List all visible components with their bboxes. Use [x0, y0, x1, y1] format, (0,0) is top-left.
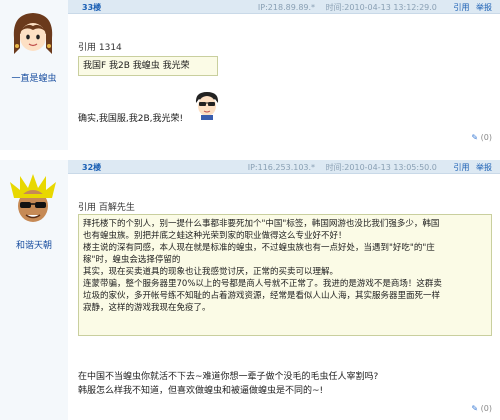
quote-line: 也有蝗虫族。别把并底之蛙这种光荣到家的职业做得这么专业好不好！ — [83, 231, 347, 241]
reply-icon: ✎ — [471, 404, 479, 413]
girl-avatar-icon[interactable] — [6, 8, 60, 62]
report-link[interactable]: 举报 — [476, 3, 492, 12]
reply-count[interactable]: ✎ (0) — [471, 133, 492, 142]
username[interactable]: 和谐天朝 — [0, 238, 68, 251]
reply-count[interactable]: ✎ (0) — [471, 404, 492, 413]
quote-label: 引用 百解先生 — [78, 203, 135, 213]
quote-box: 拜托楼下的个别人，别一提什么事都非要死加个"中国"标签，韩国网游也没比我们强多少… — [78, 214, 492, 336]
floor-number: 33楼 — [82, 3, 102, 12]
post-body: 在中国不当蝗虫你就活不下去~难道你想一辈子做个没毛的毛虫任人宰割吗? 韩服怎么样… — [78, 370, 378, 398]
post-time: 时间:2010-04-13 13:12:29.0 — [325, 3, 437, 12]
ip-address: IP:116.253.103.* — [247, 163, 316, 172]
quote-line: 寂静，这样的游戏我现在免疫了。 — [83, 303, 211, 313]
quote-box: 我国F 我2B 我蝗虫 我光荣 — [78, 56, 218, 76]
floor-number: 32楼 — [82, 163, 102, 172]
report-link[interactable]: 举报 — [476, 163, 492, 172]
body-line: 韩服怎么样我不知道，但喜欢做蝗虫和被逼做蝗虫是不同的~! — [78, 386, 324, 396]
username[interactable]: 一直是蝗虫 — [0, 71, 68, 84]
user-sidebar: 和谐天朝 — [0, 160, 68, 420]
body-line: 在中国不当蝗虫你就活不下去~难道你想一辈子做个没毛的毛虫任人宰割吗? — [78, 372, 379, 382]
post-divider — [0, 150, 500, 160]
post-33: 一直是蝗虫 33楼 IP:218.89.89.* 时间:2010-04-13 1… — [0, 0, 500, 150]
quote-label: 引用 1314 — [78, 43, 122, 53]
post-32: 和谐天朝 32楼 IP:116.253.103.* 时间:2010-04-13 … — [0, 160, 500, 420]
quote-text: 我国F 我2B 我蝗虫 我光荣 — [83, 61, 190, 71]
post-body: 确实,我国服,我2B,我光荣! — [78, 114, 184, 124]
spiky-hair-avatar-icon[interactable] — [6, 174, 60, 228]
post-time: 时间:2010-04-13 13:05:50.0 — [325, 163, 437, 172]
reply-icon: ✎ — [471, 133, 479, 142]
quote-line: 连蒙带骗，整个服务器里70%以上的号都是商人号就不正常了。我进的是游戏不是商场！… — [83, 279, 442, 289]
quote-line: 垃圾的家伙，多开帐号练不知耻的占着游戏资源，经常是看似人山人海，其实服务器里面死… — [83, 291, 441, 301]
quote-line: 稼"时，蝗虫会选择停留的 — [83, 255, 181, 265]
quote-line: 楼主说的深有同感，本人现在就是标准的蝗虫，不过蝗虫族也有一点好处，当遇到"好吃"… — [83, 243, 435, 253]
quote-link[interactable]: 引用 — [453, 3, 469, 12]
post-meta: IP:218.89.89.* 时间:2010-04-13 13:12:29.0 … — [258, 2, 492, 13]
quote-link[interactable]: 引用 — [453, 163, 469, 172]
user-sidebar: 一直是蝗虫 — [0, 0, 68, 150]
post-meta: IP:116.253.103.* 时间:2010-04-13 13:05:50.… — [248, 162, 492, 173]
sunglasses-sticker-icon — [195, 92, 219, 120]
quote-line: 其实，现在买卖道具的现象也让我感觉讨厌，正常的买卖可以理解。 — [83, 267, 339, 277]
post-header: 33楼 IP:218.89.89.* 时间:2010-04-13 13:12:2… — [68, 0, 500, 14]
quote-line: 拜托楼下的个别人，别一提什么事都非要死加个"中国"标签，韩国网游也没比我们强多少… — [83, 219, 440, 229]
ip-address: IP:218.89.89.* — [257, 3, 316, 12]
post-header: 32楼 IP:116.253.103.* 时间:2010-04-13 13:05… — [68, 160, 500, 174]
